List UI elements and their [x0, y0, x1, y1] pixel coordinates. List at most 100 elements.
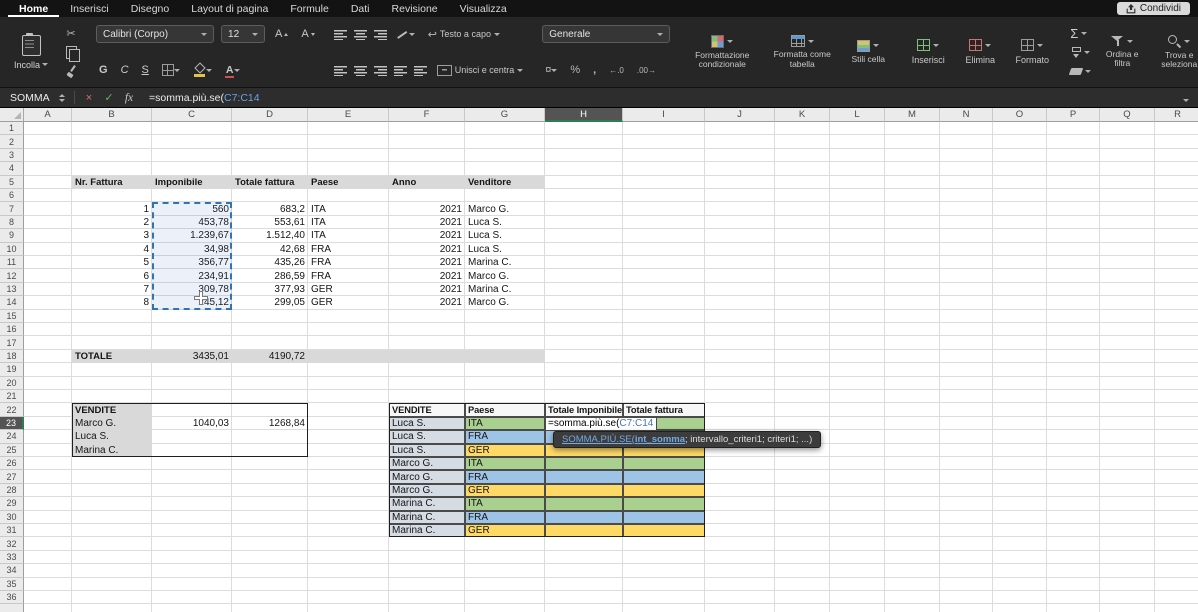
fill-color-button[interactable] [190, 64, 215, 77]
active-cell-editor[interactable]: =somma.più.se(C7:C14 [545, 417, 657, 431]
cell-G7[interactable]: Marco G. [465, 202, 545, 215]
fill-button[interactable] [1070, 45, 1091, 60]
cell-G8[interactable]: Luca S. [465, 216, 545, 229]
merge-center-button[interactable]: Unisci e centra [434, 65, 527, 76]
cell-D23[interactable]: 1268,84 [232, 417, 308, 430]
align-center-icon[interactable] [354, 65, 367, 76]
cell-G27[interactable]: FRA [465, 470, 545, 483]
cell-G10[interactable]: Luca S. [465, 243, 545, 256]
cell-B9[interactable]: 3 [72, 229, 152, 242]
row-header-31[interactable]: 31 [0, 524, 24, 537]
row-header-7[interactable]: 7 [0, 202, 24, 215]
column-header-E[interactable]: E [308, 108, 389, 122]
row-header-6[interactable]: 6 [0, 189, 24, 202]
cut-icon[interactable]: ✂ [62, 27, 80, 40]
row-header-24[interactable]: 24 [0, 430, 24, 443]
cell-G26[interactable]: ITA [465, 457, 545, 470]
row-header-12[interactable]: 12 [0, 269, 24, 282]
row-header-21[interactable]: 21 [0, 390, 24, 403]
grow-font-button[interactable]: A [272, 28, 291, 40]
spreadsheet-grid[interactable]: ABCDEFGHIJKLMNOPQR1234567891011121314151… [0, 108, 1198, 612]
cell-F25[interactable]: Luca S. [389, 444, 465, 457]
font-size-select[interactable]: 12 [221, 25, 265, 43]
cell-B12[interactable]: 6 [72, 269, 152, 282]
cell-F29[interactable]: Marina C. [389, 497, 465, 510]
cell-F9[interactable]: 2021 [389, 229, 465, 242]
name-box[interactable]: SOMMA [0, 88, 70, 107]
row-header-35[interactable]: 35 [0, 578, 24, 591]
row-header-17[interactable]: 17 [0, 336, 24, 349]
share-button[interactable]: Condividi [1117, 2, 1190, 15]
align-top-right-icon[interactable] [374, 29, 387, 40]
cell-G5[interactable]: Venditore [465, 176, 545, 189]
cell-E13[interactable]: GER [308, 283, 389, 296]
format-as-table-button[interactable]: Formatta come tabella [766, 23, 838, 81]
cell-B11[interactable]: 5 [72, 256, 152, 269]
row-header-4[interactable]: 4 [0, 162, 24, 175]
column-header-H[interactable]: H [545, 108, 623, 122]
column-header-Q[interactable]: Q [1100, 108, 1155, 122]
select-all-corner[interactable] [0, 108, 24, 122]
column-header-C[interactable]: C [152, 108, 232, 122]
tab-disegno[interactable]: Disegno [120, 0, 181, 17]
cell-B5[interactable]: Nr. Fattura [72, 176, 152, 189]
orientation-button[interactable] [394, 28, 418, 40]
currency-format-button[interactable]: ¤ [542, 64, 560, 76]
cell-E14[interactable]: GER [308, 296, 389, 309]
cell-F11[interactable]: 2021 [389, 256, 465, 269]
column-header-O[interactable]: O [993, 108, 1047, 122]
cell-D18[interactable]: 4190,72 [232, 350, 308, 363]
column-header-K[interactable]: K [775, 108, 830, 122]
align-top-left-icon[interactable] [334, 29, 347, 40]
cell-F23[interactable]: Luca S. [389, 417, 465, 430]
row-header-11[interactable]: 11 [0, 256, 24, 269]
cell-B14[interactable]: 8 [72, 296, 152, 309]
cell-B10[interactable]: 4 [72, 243, 152, 256]
column-header-J[interactable]: J [705, 108, 775, 122]
row-header-9[interactable]: 9 [0, 229, 24, 242]
row-header-36[interactable]: 36 [0, 591, 24, 604]
cell-D8[interactable]: 553,61 [232, 216, 308, 229]
row-header-23[interactable]: 23 [0, 417, 24, 430]
format-cells-button[interactable]: Formato [1010, 23, 1054, 81]
cell-E10[interactable]: FRA [308, 243, 389, 256]
row-header-19[interactable]: 19 [0, 363, 24, 376]
cell-C5[interactable]: Imponibile [152, 176, 232, 189]
name-box-stepper[interactable] [59, 94, 65, 102]
font-name-select[interactable]: Calibri (Corpo) [96, 25, 214, 43]
cell-H27[interactable] [545, 470, 623, 483]
cell-B8[interactable]: 2 [72, 216, 152, 229]
cell-F31[interactable]: Marina C. [389, 524, 465, 537]
cell-I27[interactable] [623, 470, 705, 483]
tab-inserisci[interactable]: Inserisci [59, 0, 120, 17]
cell-D5[interactable]: Totale fattura [232, 176, 308, 189]
insert-function-icon[interactable]: fx [119, 92, 139, 104]
column-header-P[interactable]: P [1047, 108, 1100, 122]
column-header-G[interactable]: G [465, 108, 545, 122]
row-header-5[interactable]: 5 [0, 176, 24, 189]
cell-F7[interactable]: 2021 [389, 202, 465, 215]
underline-button[interactable]: S [139, 64, 152, 76]
cell-G30[interactable]: FRA [465, 511, 545, 524]
cell-H29[interactable] [545, 497, 623, 510]
cell-F14[interactable]: 2021 [389, 296, 465, 309]
cell-D7[interactable]: 683,2 [232, 202, 308, 215]
confirm-icon[interactable]: ✓ [99, 91, 119, 104]
cell-styles-button[interactable]: Stili cella [846, 23, 890, 81]
cell-G22[interactable]: Paese [465, 403, 545, 416]
format-painter-icon[interactable] [62, 65, 80, 78]
conditional-formatting-button[interactable]: Formattazione condizionale [686, 23, 758, 81]
cell-I31[interactable] [623, 524, 705, 537]
cell-G13[interactable]: Marina C. [465, 283, 545, 296]
formula-bar-expand-icon[interactable] [1183, 89, 1189, 107]
cell-D11[interactable]: 435,26 [232, 256, 308, 269]
cell-H31[interactable] [545, 524, 623, 537]
paste-button[interactable]: Incolla [8, 23, 54, 81]
tab-visualizza[interactable]: Visualizza [449, 0, 518, 17]
tab-layout-di-pagina[interactable]: Layout di pagina [180, 0, 279, 17]
cell-C18[interactable]: 3435,01 [152, 350, 232, 363]
cell-D9[interactable]: 1.512,40 [232, 229, 308, 242]
row-header-14[interactable]: 14 [0, 296, 24, 309]
cell-D12[interactable]: 286,59 [232, 269, 308, 282]
cell-G25[interactable]: GER [465, 444, 545, 457]
